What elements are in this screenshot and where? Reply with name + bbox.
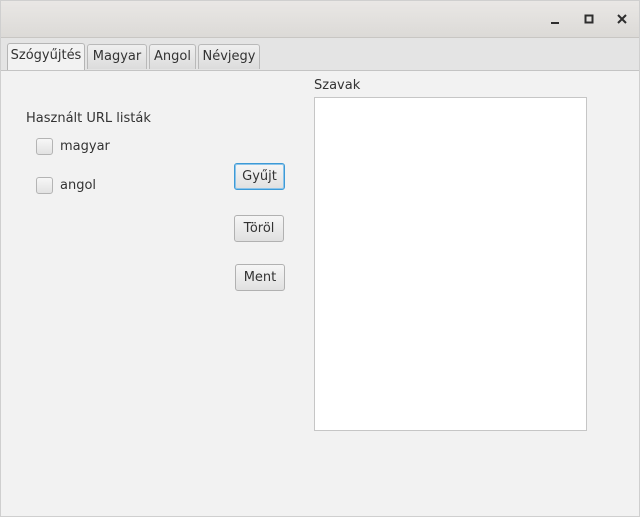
maximize-icon[interactable] bbox=[581, 11, 597, 27]
application-window: Szógyűjtés Magyar Angol Névjegy Használt… bbox=[0, 0, 640, 517]
minimize-icon[interactable] bbox=[547, 11, 563, 27]
words-label: Szavak bbox=[314, 78, 361, 93]
words-textarea[interactable] bbox=[314, 97, 587, 431]
close-icon[interactable] bbox=[614, 11, 630, 27]
angol-checkbox-label[interactable]: angol bbox=[60, 178, 96, 193]
title-bar[interactable] bbox=[1, 1, 639, 38]
tab-angol[interactable]: Angol bbox=[149, 44, 196, 69]
tab-szogyujtes[interactable]: Szógyűjtés bbox=[7, 43, 85, 70]
tab-bar: Szógyűjtés Magyar Angol Névjegy bbox=[1, 38, 639, 71]
url-lists-label: Használt URL listák bbox=[26, 111, 151, 126]
collect-button[interactable]: Gyűjt bbox=[234, 163, 285, 190]
angol-checkbox[interactable] bbox=[36, 177, 53, 194]
tab-magyar[interactable]: Magyar bbox=[87, 44, 147, 69]
magyar-checkbox[interactable] bbox=[36, 138, 53, 155]
delete-button[interactable]: Töröl bbox=[234, 215, 284, 242]
tab-nevjegy[interactable]: Névjegy bbox=[198, 44, 260, 69]
save-button[interactable]: Ment bbox=[235, 264, 285, 291]
magyar-checkbox-label[interactable]: magyar bbox=[60, 139, 110, 154]
